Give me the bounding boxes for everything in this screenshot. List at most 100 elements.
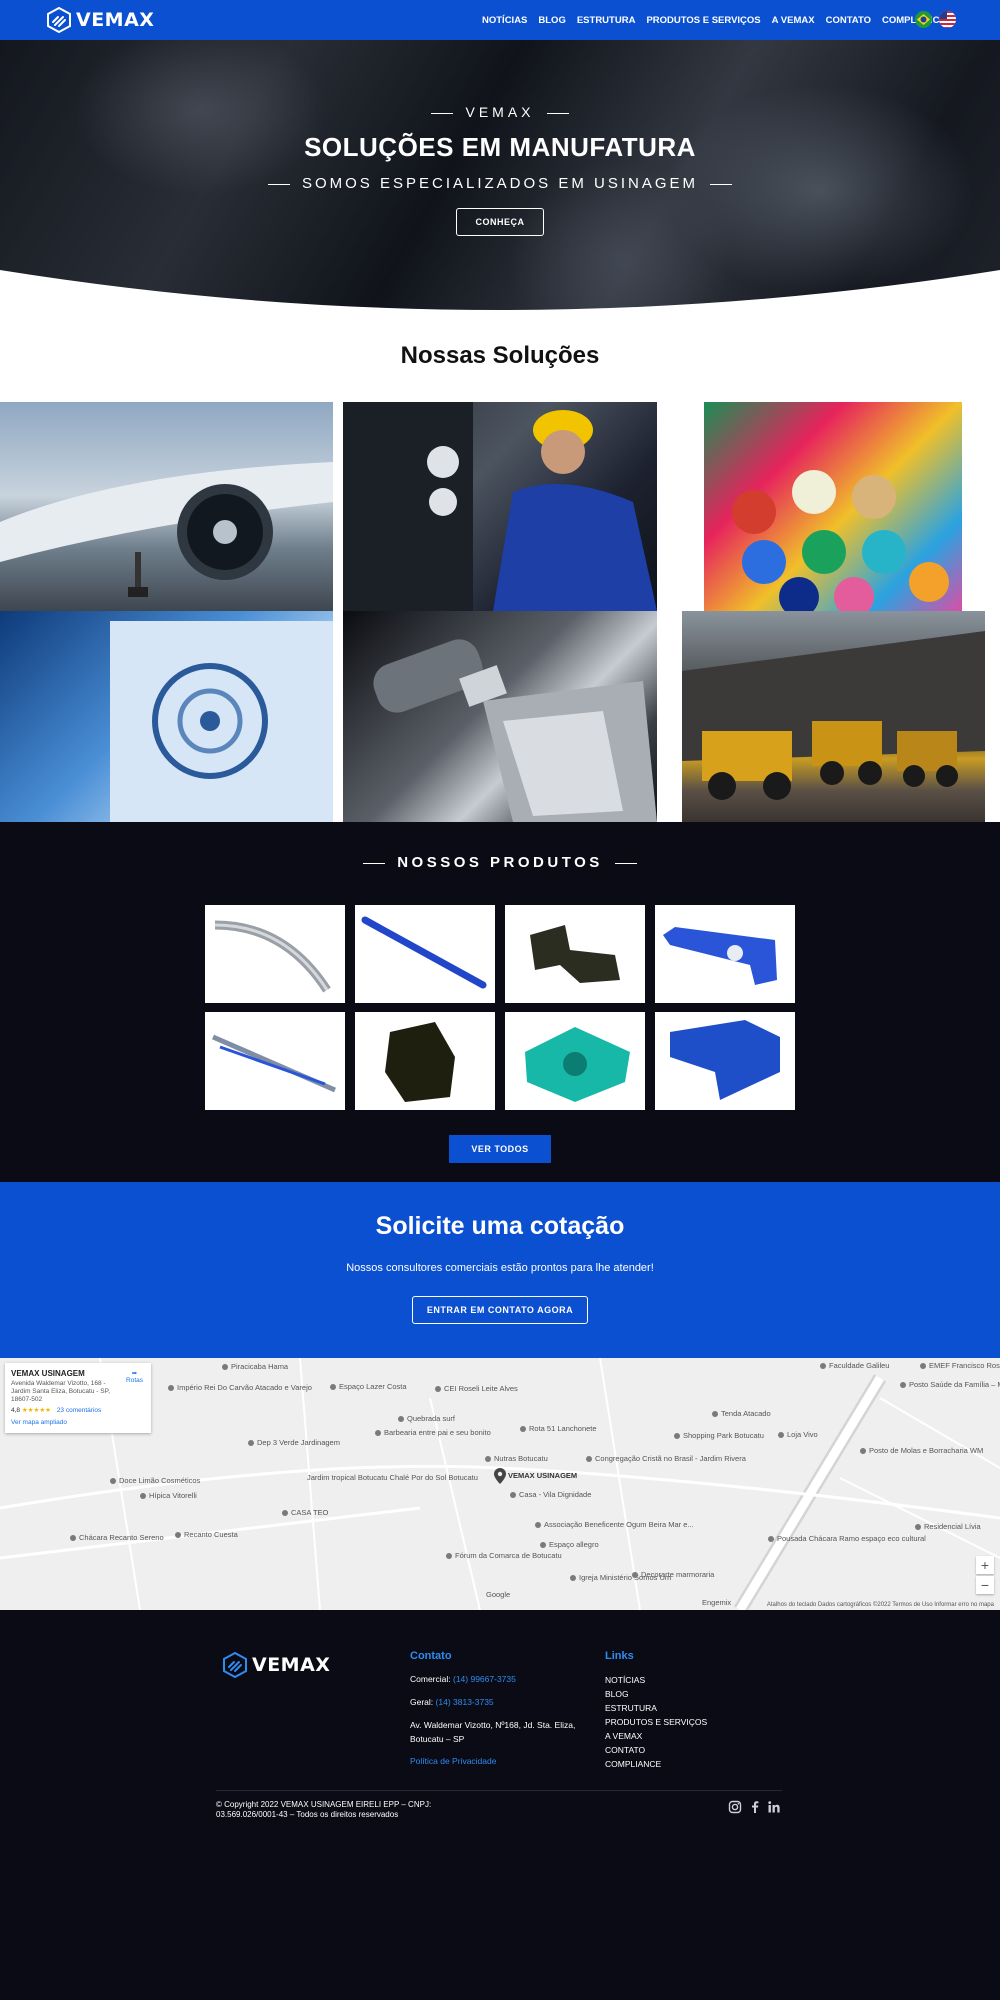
quote-section: Solicite uma cotação Nossos consultores … (0, 1182, 1000, 1358)
product-card-black-bracket[interactable] (505, 905, 645, 1003)
map-label: Doce Limão Cosméticos (110, 1476, 200, 1485)
footer-logo-text: VEMAX (252, 1654, 331, 1676)
facebook-icon[interactable] (748, 1800, 762, 1814)
map-label: Hípica Vitorelli (140, 1491, 197, 1500)
footer-link-contato[interactable]: CONTATO (605, 1745, 645, 1755)
product-card-blue-arm[interactable] (655, 905, 795, 1003)
logo-text: VEMAX (76, 9, 155, 31)
map-label: EMEF Francisco Rosa (920, 1361, 1000, 1370)
logo[interactable]: VEMAX (46, 7, 154, 33)
map-label: CEI Roseli Leite Alves (435, 1384, 518, 1393)
product-card-black-block[interactable] (355, 1012, 495, 1110)
aviation-image[interactable] (0, 402, 333, 611)
contact-now-button[interactable]: ENTRAR EM CONTATO AGORA (412, 1296, 588, 1324)
map-label: Barbearia entre pai e seu bonito (375, 1428, 491, 1437)
engineering-screen-image[interactable] (0, 611, 333, 822)
map-label: Espaço allegro (540, 1540, 599, 1549)
contact-title: Contato (410, 1650, 452, 1662)
map-label: Jardim tropical Botucatu Chalé Por do So… (307, 1473, 478, 1482)
copyright-line-2: 03.569.026/0001-43 – Todos os direitos r… (216, 1810, 399, 1820)
map-label: Congregação Cristã no Brasil - Jardim Ri… (586, 1454, 746, 1463)
map-label: Dep 3 Verde Jardinagem (248, 1438, 340, 1447)
conheca-button[interactable]: CONHEÇA (456, 208, 544, 236)
address-line-1: Av. Waldemar Vizotto, Nº168, Jd. Sta. El… (410, 1720, 576, 1730)
rating-stars: ★★★★★ (21, 1407, 51, 1415)
footer-link-a-vemax[interactable]: A VEMAX (605, 1731, 642, 1741)
br-flag-icon[interactable] (915, 11, 932, 28)
menu-item-produtos[interactable]: PRODUTOS E SERVIÇOS (646, 15, 760, 26)
mining-image[interactable] (682, 611, 985, 822)
us-flag-icon[interactable] (939, 11, 956, 28)
pin-label: VEMAX USINAGEM (508, 1471, 578, 1480)
address-line-2: Botucatu – SP (410, 1734, 465, 1744)
map-label: Posto de Molas e Borracharia WM (860, 1446, 983, 1455)
menu-item-estrutura[interactable]: ESTRUTURA (577, 15, 636, 26)
menu-item-contato[interactable]: CONTATO (826, 15, 871, 26)
footer-link-noticias[interactable]: NOTÍCIAS (605, 1675, 645, 1685)
ver-todos-button[interactable]: VER TODOS (449, 1135, 551, 1163)
reviews-link[interactable]: 23 comentários (57, 1407, 101, 1414)
map-place-card: VEMAX USINAGEM Avenida Waldemar Vizotto,… (5, 1363, 151, 1433)
map-label: Engemix (702, 1598, 732, 1607)
product-card-curved-rail[interactable] (205, 905, 345, 1003)
product-card-teal-housing[interactable] (505, 1012, 645, 1110)
hero-banner: VEMAX SOLUÇÕES EM MANUFATURA SOMOS ESPEC… (0, 40, 1000, 330)
commercial-label: Comercial: (410, 1674, 451, 1684)
footer-logo[interactable]: VEMAX (222, 1652, 330, 1678)
map-label: Pousada Chácara Ramo espaço eco cultural (768, 1534, 926, 1543)
products-section: NOSSOS PRODUTOS VER TODOS (0, 822, 1000, 1182)
general-label: Geral: (410, 1697, 434, 1707)
location-map[interactable]: VEMAX USINAGEM Avenida Waldemar Vizotto,… (0, 1358, 1000, 1610)
larger-map-link[interactable]: Ver mapa ampliado (11, 1419, 145, 1426)
solutions-section: Nossas Soluções (0, 330, 1000, 822)
rating-value: 4,8 (11, 1407, 21, 1415)
menu-item-compliance[interactable]: COMPLIANCE (882, 15, 946, 26)
place-name: VEMAX USINAGEM (11, 1369, 85, 1378)
product-card-blue-plate[interactable] (655, 1012, 795, 1110)
google-logo: Google (486, 1590, 511, 1599)
commercial-phone[interactable]: (14) 99667-3735 (453, 1674, 516, 1684)
footer-link-blog[interactable]: BLOG (605, 1689, 629, 1699)
technician-image[interactable] (343, 402, 657, 611)
solutions-title: Nossas Soluções (400, 342, 600, 369)
map-label: Nutras Botucatu (485, 1454, 548, 1463)
machining-image[interactable] (343, 611, 657, 822)
product-card-blue-bar[interactable] (355, 905, 495, 1003)
map-label: Residencial Lívia (915, 1522, 981, 1531)
linkedin-icon[interactable] (767, 1800, 781, 1814)
footer-link-produtos[interactable]: PRODUTOS E SERVIÇOS (605, 1717, 707, 1727)
products-title: NOSSOS PRODUTOS (0, 854, 1000, 871)
links-title: Links (605, 1650, 634, 1662)
footer-divider (216, 1790, 782, 1791)
general-phone-line: Geral: (14) 3813-3735 (410, 1697, 494, 1707)
plastics-image[interactable] (704, 402, 962, 611)
privacy-policy-link[interactable]: Política de Privacidade (410, 1756, 496, 1766)
general-phone[interactable]: (14) 3813-3735 (436, 1697, 494, 1707)
commercial-phone-line: Comercial: (14) 99667-3735 (410, 1674, 516, 1684)
map-label: Fórum da Comarca de Botucatu (446, 1551, 562, 1560)
map-label: Chácara Recanto Sereno (70, 1533, 164, 1542)
map-label: Posto Saúde da Família – Marajoara (900, 1380, 1000, 1389)
instagram-icon[interactable] (728, 1800, 742, 1814)
map-label: Império Rei Do Carvão Atacado e Varejo (168, 1383, 312, 1392)
footer-link-compliance[interactable]: COMPLIANCE (605, 1759, 661, 1769)
map-label: Shopping Park Botucatu (674, 1431, 764, 1440)
location-pin-icon[interactable] (494, 1468, 506, 1484)
main-menu: NOTÍCIAS BLOG ESTRUTURA PRODUTOS E SERVI… (482, 0, 957, 40)
routes-button[interactable]: ➦ Rotas (126, 1369, 143, 1384)
zoom-in-button[interactable]: + (976, 1556, 994, 1574)
menu-item-blog[interactable]: BLOG (538, 15, 565, 26)
quote-text: Nossos consultores comerciais estão pron… (346, 1262, 654, 1274)
product-card-rail-assembly[interactable] (205, 1012, 345, 1110)
hero-brand: VEMAX (0, 104, 1000, 120)
map-label: Casa - Vila Dignidade (510, 1490, 591, 1499)
menu-item-noticias[interactable]: NOTÍCIAS (482, 15, 527, 26)
map-label: Rota 51 Lanchonete (520, 1424, 597, 1433)
menu-item-a-vemax[interactable]: A VEMAX (772, 15, 815, 26)
zoom-out-button[interactable]: − (976, 1576, 994, 1594)
site-footer: VEMAX Contato Comercial: (14) 99667-3735… (0, 1610, 1000, 2000)
map-label: Faculdade Galileu (820, 1361, 889, 1370)
footer-link-estrutura[interactable]: ESTRUTURA (605, 1703, 657, 1713)
hero-wave-divider (0, 270, 1000, 330)
top-nav: VEMAX NOTÍCIAS BLOG ESTRUTURA PRODUTOS E… (0, 0, 1000, 40)
